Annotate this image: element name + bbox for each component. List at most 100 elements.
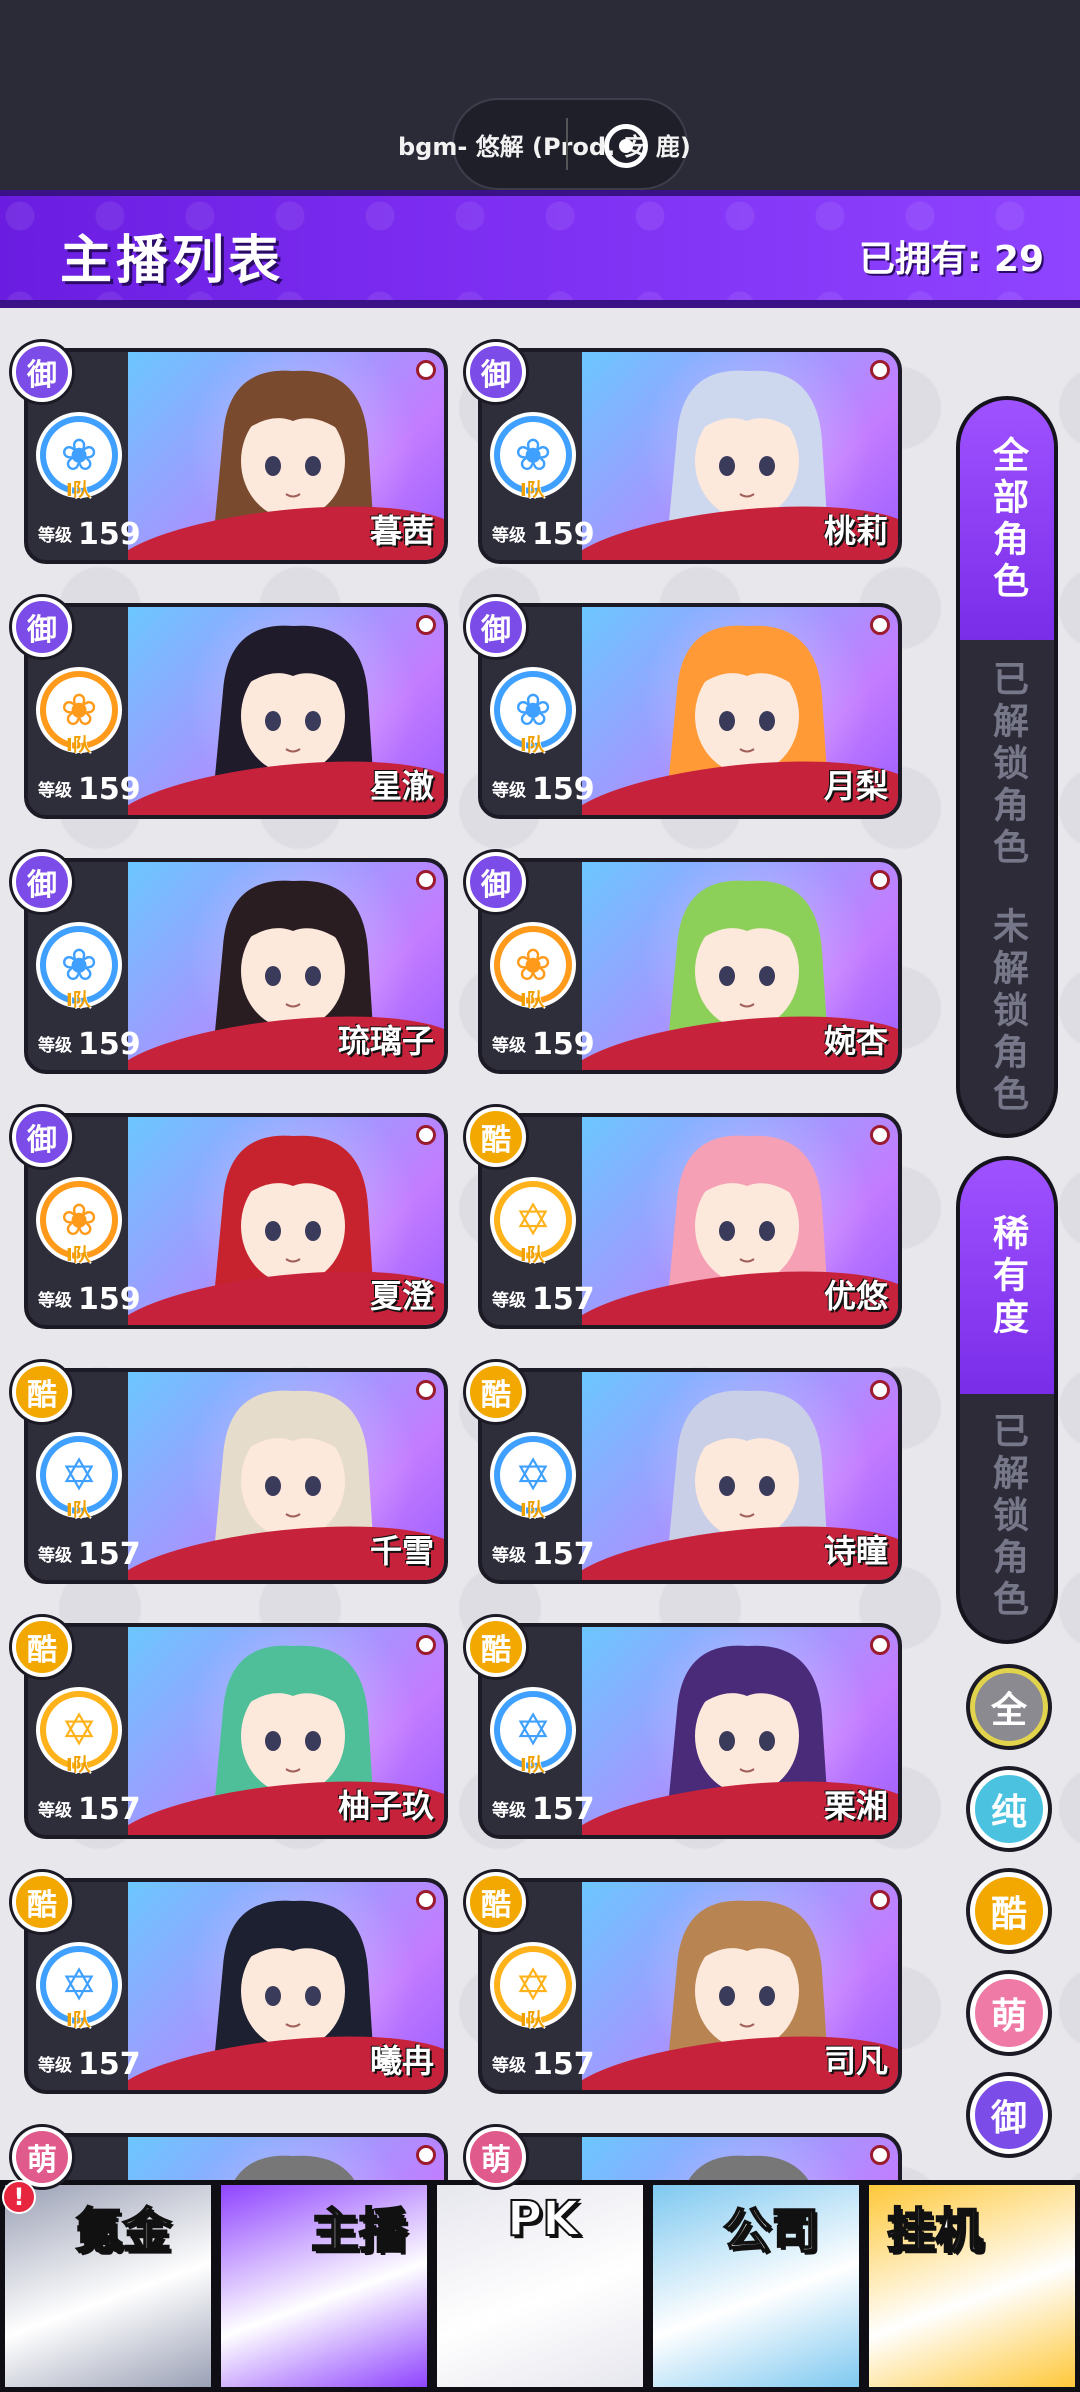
rarity-badge: 御 xyxy=(12,1107,72,1167)
streamer-card[interactable]: ✡ Ⅰ队 等级 157 柚子玖 xyxy=(24,1623,448,1839)
tier-label: Ⅰ队 xyxy=(66,1500,91,1521)
streamer-name: 曦冉 xyxy=(369,2042,434,2080)
level-label: 等级 xyxy=(38,1036,72,1056)
card-pin-icon xyxy=(416,360,436,380)
nav-tab-label: PK xyxy=(506,2190,580,2248)
rarity-filter-button[interactable]: 酷 xyxy=(970,1872,1048,1950)
role-filter-panel: 全部角色 已解锁角色 未解锁角色 xyxy=(956,396,1058,1138)
tier-label: Ⅰ队 xyxy=(66,1245,91,1266)
rarity-badge: 酷 xyxy=(466,1107,526,1167)
level-value: 159 xyxy=(532,772,595,807)
level-label: 等级 xyxy=(38,781,72,801)
music-divider xyxy=(566,118,568,170)
filter-tab[interactable]: 未解锁角色 xyxy=(960,890,1054,1134)
rarity-badge: 御 xyxy=(12,342,72,402)
nav-tab-label: 公司 xyxy=(722,2202,820,2260)
tier-label: Ⅰ队 xyxy=(520,1755,545,1776)
level-value: 159 xyxy=(78,772,141,807)
level-label: 等级 xyxy=(492,2056,526,2076)
card-pin-icon xyxy=(416,1890,436,1910)
nav-tab-label: 挂机 xyxy=(886,2202,984,2260)
level-label: 等级 xyxy=(38,1801,72,1821)
card-pin-icon xyxy=(416,870,436,890)
streamer-name: 桃莉 xyxy=(823,512,888,550)
card-pin-icon xyxy=(870,1635,890,1655)
level-label: 等级 xyxy=(492,781,526,801)
level-label: 等级 xyxy=(38,1291,72,1311)
streamer-card[interactable]: ❀ Ⅰ队 等级 159 桃莉 xyxy=(478,348,902,564)
nav-tab[interactable]: 主播 xyxy=(216,2180,432,2392)
level-value: 159 xyxy=(78,517,141,552)
level-value: 157 xyxy=(78,2047,141,2082)
tier-label: Ⅰ队 xyxy=(520,990,545,1011)
level-value: 157 xyxy=(78,1537,141,1572)
streamer-card[interactable]: ✡ Ⅰ队 等级 157 千雪 xyxy=(24,1368,448,1584)
streamer-card[interactable]: ❀ Ⅰ队 等级 159 暮茜 xyxy=(24,348,448,564)
streamer-name: 千雪 xyxy=(369,1532,434,1570)
card-pin-icon xyxy=(870,360,890,380)
level-label: 等级 xyxy=(38,2056,72,2076)
level-label: 等级 xyxy=(38,526,72,546)
streamer-card[interactable]: ✡ Ⅰ队 等级 157 曦冉 xyxy=(24,1878,448,2094)
streamer-name: 婉杏 xyxy=(823,1022,888,1060)
rarity-badge: 御 xyxy=(466,342,526,402)
level-value: 157 xyxy=(532,1282,595,1317)
tier-label: Ⅰ队 xyxy=(520,1245,545,1266)
card-pin-icon xyxy=(870,1890,890,1910)
level-label: 等级 xyxy=(492,1291,526,1311)
streamer-card[interactable]: ❀ Ⅰ队 等级 159 夏澄 xyxy=(24,1113,448,1329)
record-icon[interactable] xyxy=(604,124,648,168)
card-pin-icon xyxy=(416,1635,436,1655)
nav-tab[interactable]: 挂机 xyxy=(864,2180,1080,2392)
level-label: 等级 xyxy=(492,1036,526,1056)
streamer-card[interactable]: ✡ Ⅰ队 等级 157 栗湘 xyxy=(478,1623,902,1839)
rarity-filter-button[interactable]: 全 xyxy=(970,1668,1048,1746)
card-pin-icon xyxy=(416,615,436,635)
owned-count: 已拥有: 29 xyxy=(858,239,1044,280)
rarity-filter-button[interactable]: 萌 xyxy=(970,1974,1048,2052)
tier-label: Ⅰ队 xyxy=(520,480,545,501)
tier-label: Ⅰ队 xyxy=(66,990,91,1011)
streamer-name: 琉璃子 xyxy=(337,1022,434,1060)
rarity-badge: 御 xyxy=(12,852,72,912)
streamer-name: 诗瞳 xyxy=(823,1532,888,1570)
tier-label: Ⅰ队 xyxy=(66,1755,91,1776)
nav-tab-label: 主播 xyxy=(310,2202,408,2260)
tier-label: Ⅰ队 xyxy=(520,1500,545,1521)
rarity-filter-button[interactable]: 纯 xyxy=(970,1770,1048,1848)
rarity-filter-button[interactable]: 御 xyxy=(970,2076,1048,2154)
page-header: 主播列表 已拥有: 29 xyxy=(0,190,1080,308)
nav-tab[interactable]: 公司 xyxy=(648,2180,864,2392)
card-pin-icon xyxy=(416,1125,436,1145)
level-label: 等级 xyxy=(492,1801,526,1821)
level-value: 159 xyxy=(532,1027,595,1062)
streamer-name: 司凡 xyxy=(823,2042,888,2080)
streamer-card[interactable]: ❀ Ⅰ队 等级 159 月梨 xyxy=(478,603,902,819)
filter-tab[interactable]: 已解锁角色 xyxy=(960,640,1054,890)
card-pin-icon xyxy=(870,615,890,635)
nav-tab[interactable]: PK xyxy=(432,2180,648,2392)
streamer-card[interactable]: ❀ Ⅰ队 等级 159 星澈 xyxy=(24,603,448,819)
filter-tab[interactable]: 稀有度 xyxy=(960,1160,1054,1394)
filter-tab[interactable]: 已解锁角色 xyxy=(960,1394,1054,1640)
level-label: 等级 xyxy=(38,1546,72,1566)
streamer-card[interactable]: ✡ Ⅰ队 等级 157 诗瞳 xyxy=(478,1368,902,1584)
card-pin-icon xyxy=(870,1380,890,1400)
level-label: 等级 xyxy=(492,1546,526,1566)
streamer-card[interactable]: ❀ Ⅰ队 等级 159 琉璃子 xyxy=(24,858,448,1074)
filter-tab[interactable]: 全部角色 xyxy=(960,400,1054,640)
streamer-card[interactable]: ❀ Ⅰ队 等级 159 婉杏 xyxy=(478,858,902,1074)
nav-alert-badge: ! xyxy=(2,2180,36,2214)
nav-tab[interactable]: 氪金 xyxy=(0,2180,216,2392)
card-pin-icon xyxy=(416,1380,436,1400)
streamer-card[interactable]: ✡ Ⅰ队 等级 157 司凡 xyxy=(478,1878,902,2094)
tier-label: Ⅰ队 xyxy=(66,2010,91,2031)
streamer-name: 夏澄 xyxy=(369,1277,434,1315)
card-pin-icon xyxy=(870,2145,890,2165)
level-value: 157 xyxy=(532,1792,595,1827)
streamer-name: 栗湘 xyxy=(823,1787,888,1825)
streamer-card[interactable]: ✡ Ⅰ队 等级 157 优悠 xyxy=(478,1113,902,1329)
level-value: 157 xyxy=(78,1792,141,1827)
rarity-badge: 酷 xyxy=(466,1362,526,1422)
rarity-badge: 御 xyxy=(12,597,72,657)
